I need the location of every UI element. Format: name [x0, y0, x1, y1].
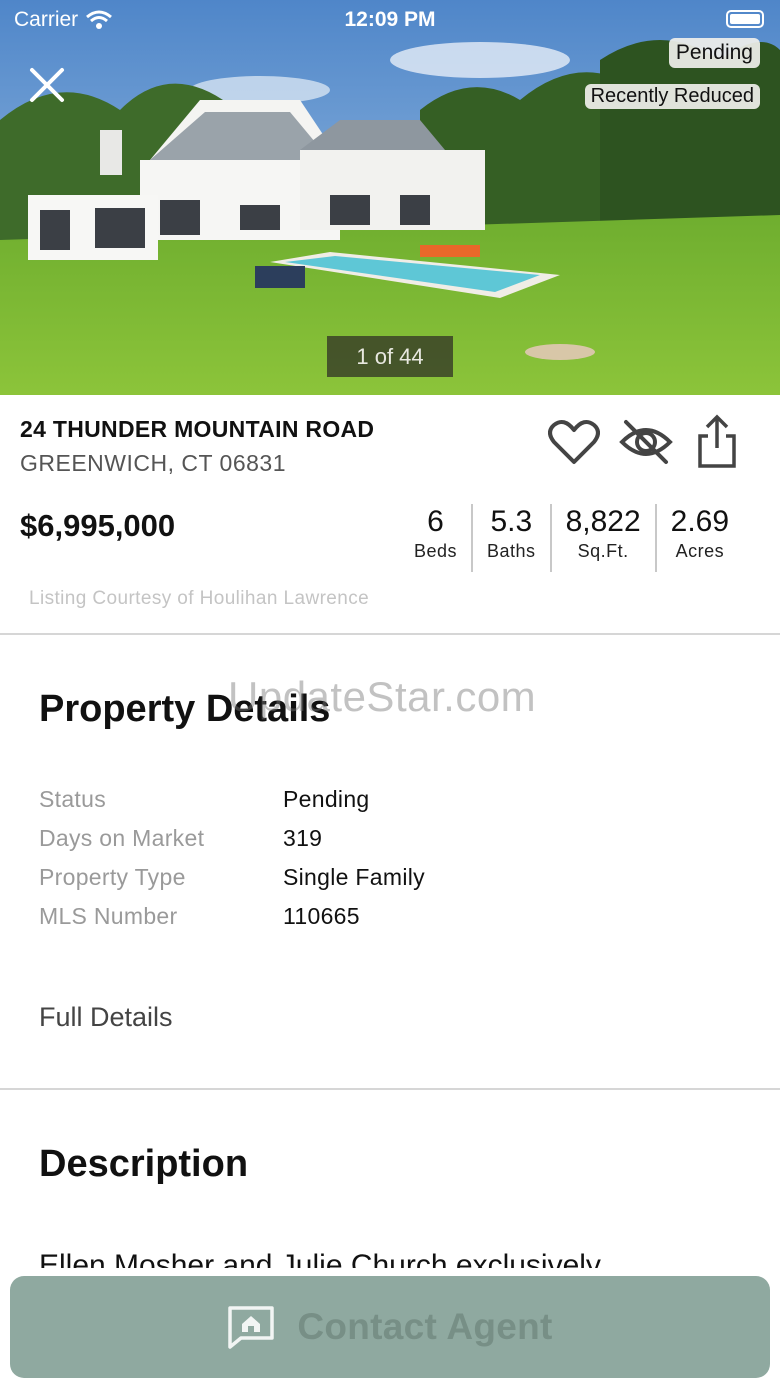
clock: 12:09 PM — [344, 8, 436, 31]
stat-label: Beds — [414, 541, 458, 561]
stat-value: 2.69 — [670, 505, 730, 538]
description-title: Description — [39, 1143, 249, 1185]
detail-row-status: Status Pending — [39, 786, 370, 813]
stat-value: 8,822 — [565, 505, 641, 538]
stat-value: 6 — [427, 505, 444, 538]
watermark: UpdateStar.com — [228, 673, 537, 720]
contact-agent-button[interactable]: Contact Agent — [10, 1276, 770, 1378]
close-icon[interactable] — [26, 64, 68, 106]
detail-key: MLS Number — [39, 903, 178, 929]
full-details-link[interactable]: Full Details — [39, 1002, 173, 1033]
detail-value: Single Family — [283, 864, 425, 890]
description-text: Ellen Mosher and Julie Church exclusivel… — [39, 1246, 601, 1268]
stat-label: Sq.Ft. — [577, 541, 629, 561]
stat-sqft: 8,822 Sq.Ft. — [549, 504, 655, 572]
chat-home-icon — [228, 1306, 275, 1349]
stat-beds: 6 Beds — [400, 504, 471, 572]
divider — [0, 1088, 780, 1090]
contact-agent-label: Contact Agent — [297, 1306, 553, 1347]
heart-icon[interactable] — [548, 418, 600, 466]
share-icon[interactable] — [694, 414, 740, 470]
stat-acres: 2.69 Acres — [654, 504, 743, 572]
battery-icon — [726, 10, 764, 28]
listing-address: 24 THUNDER MOUNTAIN ROAD — [20, 416, 375, 442]
price-change-badge: Recently Reduced — [584, 84, 760, 109]
detail-value: 110665 — [283, 903, 360, 929]
status-bar: Carrier 12:09 PM — [0, 0, 780, 40]
stat-value: 5.3 — [490, 505, 533, 538]
stat-baths: 5.3 Baths — [471, 504, 550, 572]
detail-key: Days on Market — [39, 825, 205, 851]
stat-label: Baths — [487, 541, 536, 561]
description-line: Ellen Mosher and Julie Church exclusivel… — [39, 1249, 601, 1268]
hide-eye-icon[interactable] — [618, 416, 674, 468]
status-badge: Pending — [668, 38, 760, 68]
hero-photo[interactable]: Carrier 12:09 PM Pending Recently Reduce… — [0, 0, 780, 395]
listing-stats: 6 Beds 5.3 Baths 8,822 Sq.Ft. 2.69 Acres — [400, 504, 743, 572]
listing-city: GREENWICH, CT 06831 — [20, 450, 286, 476]
detail-key: Property Type — [39, 864, 186, 890]
photo-counter: 1 of 44 — [327, 336, 453, 377]
detail-value: 319 — [283, 825, 323, 851]
divider — [0, 633, 780, 635]
detail-row-mls-number: MLS Number 110665 — [39, 903, 360, 930]
stat-label: Acres — [675, 541, 725, 561]
detail-row-property-type: Property Type Single Family — [39, 864, 425, 891]
listing-price: $6,995,000 — [20, 508, 176, 543]
detail-row-days-on-market: Days on Market 319 — [39, 825, 322, 852]
detail-value: Pending — [283, 786, 370, 812]
listing-courtesy: Listing Courtesy of Houlihan Lawrence — [29, 588, 370, 609]
detail-key: Status — [39, 786, 107, 812]
